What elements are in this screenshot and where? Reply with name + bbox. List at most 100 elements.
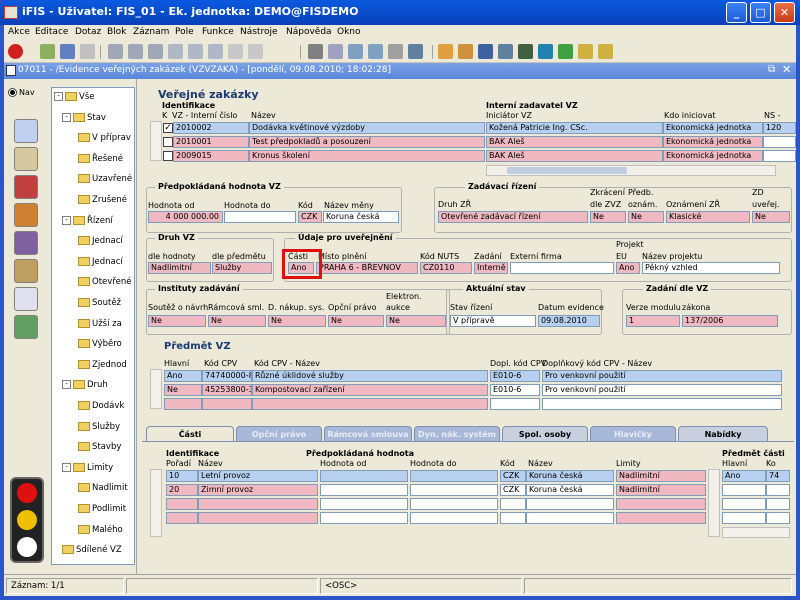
vz-kod-cell[interactable]: Ekonomická jednotka xyxy=(663,122,763,134)
druh-zr-field[interactable]: Otevřené zadávací řízení xyxy=(438,211,588,223)
filter-icon[interactable] xyxy=(128,44,143,59)
nav-tree-item[interactable]: - Druh xyxy=(62,380,108,391)
casti-ko-cell[interactable]: 74 xyxy=(766,470,790,482)
kod-nuts-field[interactable]: CZ0110 xyxy=(420,262,472,274)
casti-empty-cell[interactable] xyxy=(500,512,526,524)
casti-empty-cell[interactable] xyxy=(526,512,614,524)
nav-tree-item[interactable]: Uzavřené xyxy=(78,174,132,185)
row-checkbox[interactable] xyxy=(163,137,173,147)
casti-limity-cell[interactable]: Nadlimitní xyxy=(616,470,706,482)
copy-icon[interactable] xyxy=(328,44,343,59)
casti-empty-cell[interactable] xyxy=(526,498,614,510)
hodnota-od-field[interactable]: 4 000 000.00 xyxy=(148,211,223,223)
import-icon[interactable] xyxy=(14,315,38,339)
menu-dotaz[interactable]: Dotaz xyxy=(75,27,101,37)
close-button[interactable]: ✕ xyxy=(774,2,795,23)
menu-funkce[interactable]: Funkce xyxy=(202,27,234,37)
zkraceni-field[interactable]: Ne xyxy=(590,211,626,223)
nav-tree-item[interactable]: V příprav xyxy=(78,133,131,144)
nav-tree-item[interactable]: Užší za xyxy=(78,318,122,330)
vz-table-hscroll[interactable] xyxy=(486,165,776,176)
casti-kod-cell[interactable]: CZK xyxy=(500,470,526,482)
oznameni-zr-field[interactable]: Klasické xyxy=(666,211,750,223)
casti-empty-cell[interactable] xyxy=(500,498,526,510)
row-checkbox[interactable]: ✓ xyxy=(163,123,173,133)
briefcase-icon[interactable] xyxy=(14,175,38,199)
vz-iniciator-cell[interactable]: BAK Aleš xyxy=(486,150,663,162)
nav-radio[interactable] xyxy=(8,88,17,97)
predmet-hlavni-cell[interactable]: Ne xyxy=(164,384,202,396)
document-list-icon[interactable] xyxy=(14,287,38,311)
casti-hlavni-cell[interactable] xyxy=(722,484,766,496)
search-icon[interactable] xyxy=(348,44,363,59)
menu-pole[interactable]: Pole xyxy=(175,27,194,37)
predmet-scrollbar[interactable] xyxy=(150,369,162,409)
casti-poradi-cell[interactable]: 10 xyxy=(166,470,198,482)
sort-icon[interactable] xyxy=(148,44,163,59)
export-icon[interactable] xyxy=(408,44,423,59)
predmet-casti-hscroll[interactable] xyxy=(722,527,790,538)
casti-empty-cell[interactable] xyxy=(198,512,318,524)
casti-empty-cell[interactable] xyxy=(410,512,498,524)
email-icon[interactable] xyxy=(558,44,573,59)
zakona-field[interactable]: 137/2006 xyxy=(682,315,778,327)
vz-kod-cell[interactable]: Ekonomická jednotka xyxy=(663,150,763,162)
druh-dle-predmetu-field[interactable]: Služby xyxy=(212,262,272,274)
casti-od-cell[interactable] xyxy=(320,470,408,482)
ramcova-sml-field[interactable]: Ne xyxy=(208,315,266,327)
casti-limity-cell[interactable]: Nadlimitní xyxy=(616,484,706,496)
nav-tree-item[interactable]: Nadlimit xyxy=(78,483,128,494)
tools-icon[interactable] xyxy=(458,44,473,59)
casti-kod-cell[interactable]: CZK xyxy=(500,484,526,496)
casti-empty-cell[interactable] xyxy=(722,498,766,510)
opcni-pravo-field[interactable]: Ne xyxy=(328,315,384,327)
tree-toggle-icon[interactable]: - xyxy=(54,92,63,101)
druh-dle-hodnoty-field[interactable]: Nadlimitní xyxy=(148,262,211,274)
verze-modulu-field[interactable]: 1 xyxy=(626,315,680,327)
nav-tree-item[interactable]: Výběro xyxy=(78,339,122,350)
nav-tree-item[interactable]: Malého xyxy=(78,524,123,536)
predmet-dkod-cell[interactable]: E010-6 xyxy=(490,370,540,382)
predmet-empty-cell[interactable] xyxy=(164,398,202,410)
nazev-projektu-field[interactable]: Pěkný vzhled xyxy=(642,262,780,274)
nav-tree-item[interactable]: Sdílené VZ xyxy=(62,545,122,556)
nav-tree-item[interactable]: - Stav xyxy=(62,112,106,124)
predmet-empty-cell[interactable] xyxy=(490,398,540,410)
casti-od-cell[interactable] xyxy=(320,484,408,496)
context-help-icon[interactable] xyxy=(598,44,613,59)
nav-tree-item[interactable]: Zrušené xyxy=(78,195,127,206)
exit-icon[interactable] xyxy=(8,44,23,59)
vz-table-scrollbar[interactable] xyxy=(150,121,162,161)
vz-iniciator-cell[interactable]: Kožená Patricie Ing. CSc. xyxy=(486,122,663,134)
predmet-hlavni-cell[interactable]: Ano xyxy=(164,370,202,382)
tab-casti[interactable]: Části xyxy=(146,426,234,442)
predmet-nazev-cell[interactable]: Kompostovací zařízení xyxy=(252,384,488,396)
nav-tree-item[interactable]: - Vše xyxy=(54,92,94,103)
tab-dyn-nak-system[interactable]: Dyn. nák. systém xyxy=(414,426,500,442)
predmet-dkod-cell[interactable]: E010-6 xyxy=(490,384,540,396)
stav-rizeni-field[interactable]: V přípravě xyxy=(450,315,536,327)
row-checkbox[interactable] xyxy=(163,151,173,161)
vz-cislo-cell[interactable]: 2010002 xyxy=(173,122,249,134)
casti-empty-cell[interactable] xyxy=(616,512,706,524)
add-record-icon[interactable] xyxy=(40,44,55,59)
vz-nazev-cell[interactable]: Dodávka květinové výzdoby xyxy=(249,122,485,134)
calc-icon[interactable] xyxy=(498,44,513,59)
nav-tree-item[interactable]: - Limity xyxy=(62,462,113,474)
casti-empty-cell[interactable] xyxy=(616,498,706,510)
maximize-button[interactable]: □ xyxy=(750,2,771,23)
predmet-casti-scrollbar[interactable] xyxy=(708,469,720,537)
vz-nazev-cell[interactable]: Test předpokladů a posouzení xyxy=(249,136,485,148)
tree-toggle-icon[interactable]: - xyxy=(62,215,71,225)
datum-evidence-field[interactable]: 09.08.2010 xyxy=(538,315,600,327)
predmet-empty-cell[interactable] xyxy=(202,398,252,410)
scales-icon[interactable] xyxy=(14,259,38,283)
vz-iniciator-cell[interactable]: BAK Aleš xyxy=(486,136,663,148)
zd-uverej-field[interactable]: Ne xyxy=(752,211,790,223)
nav-tree-item[interactable]: Stavby xyxy=(78,442,121,453)
menu-zaznam[interactable]: Záznam xyxy=(133,27,169,37)
predb-ozn-field[interactable]: Ne xyxy=(628,211,664,223)
stamp-icon[interactable] xyxy=(14,203,38,227)
vz-ns-cell[interactable]: 120 xyxy=(763,122,796,134)
vz-kod-cell[interactable]: Ekonomická jednotka xyxy=(663,136,763,148)
